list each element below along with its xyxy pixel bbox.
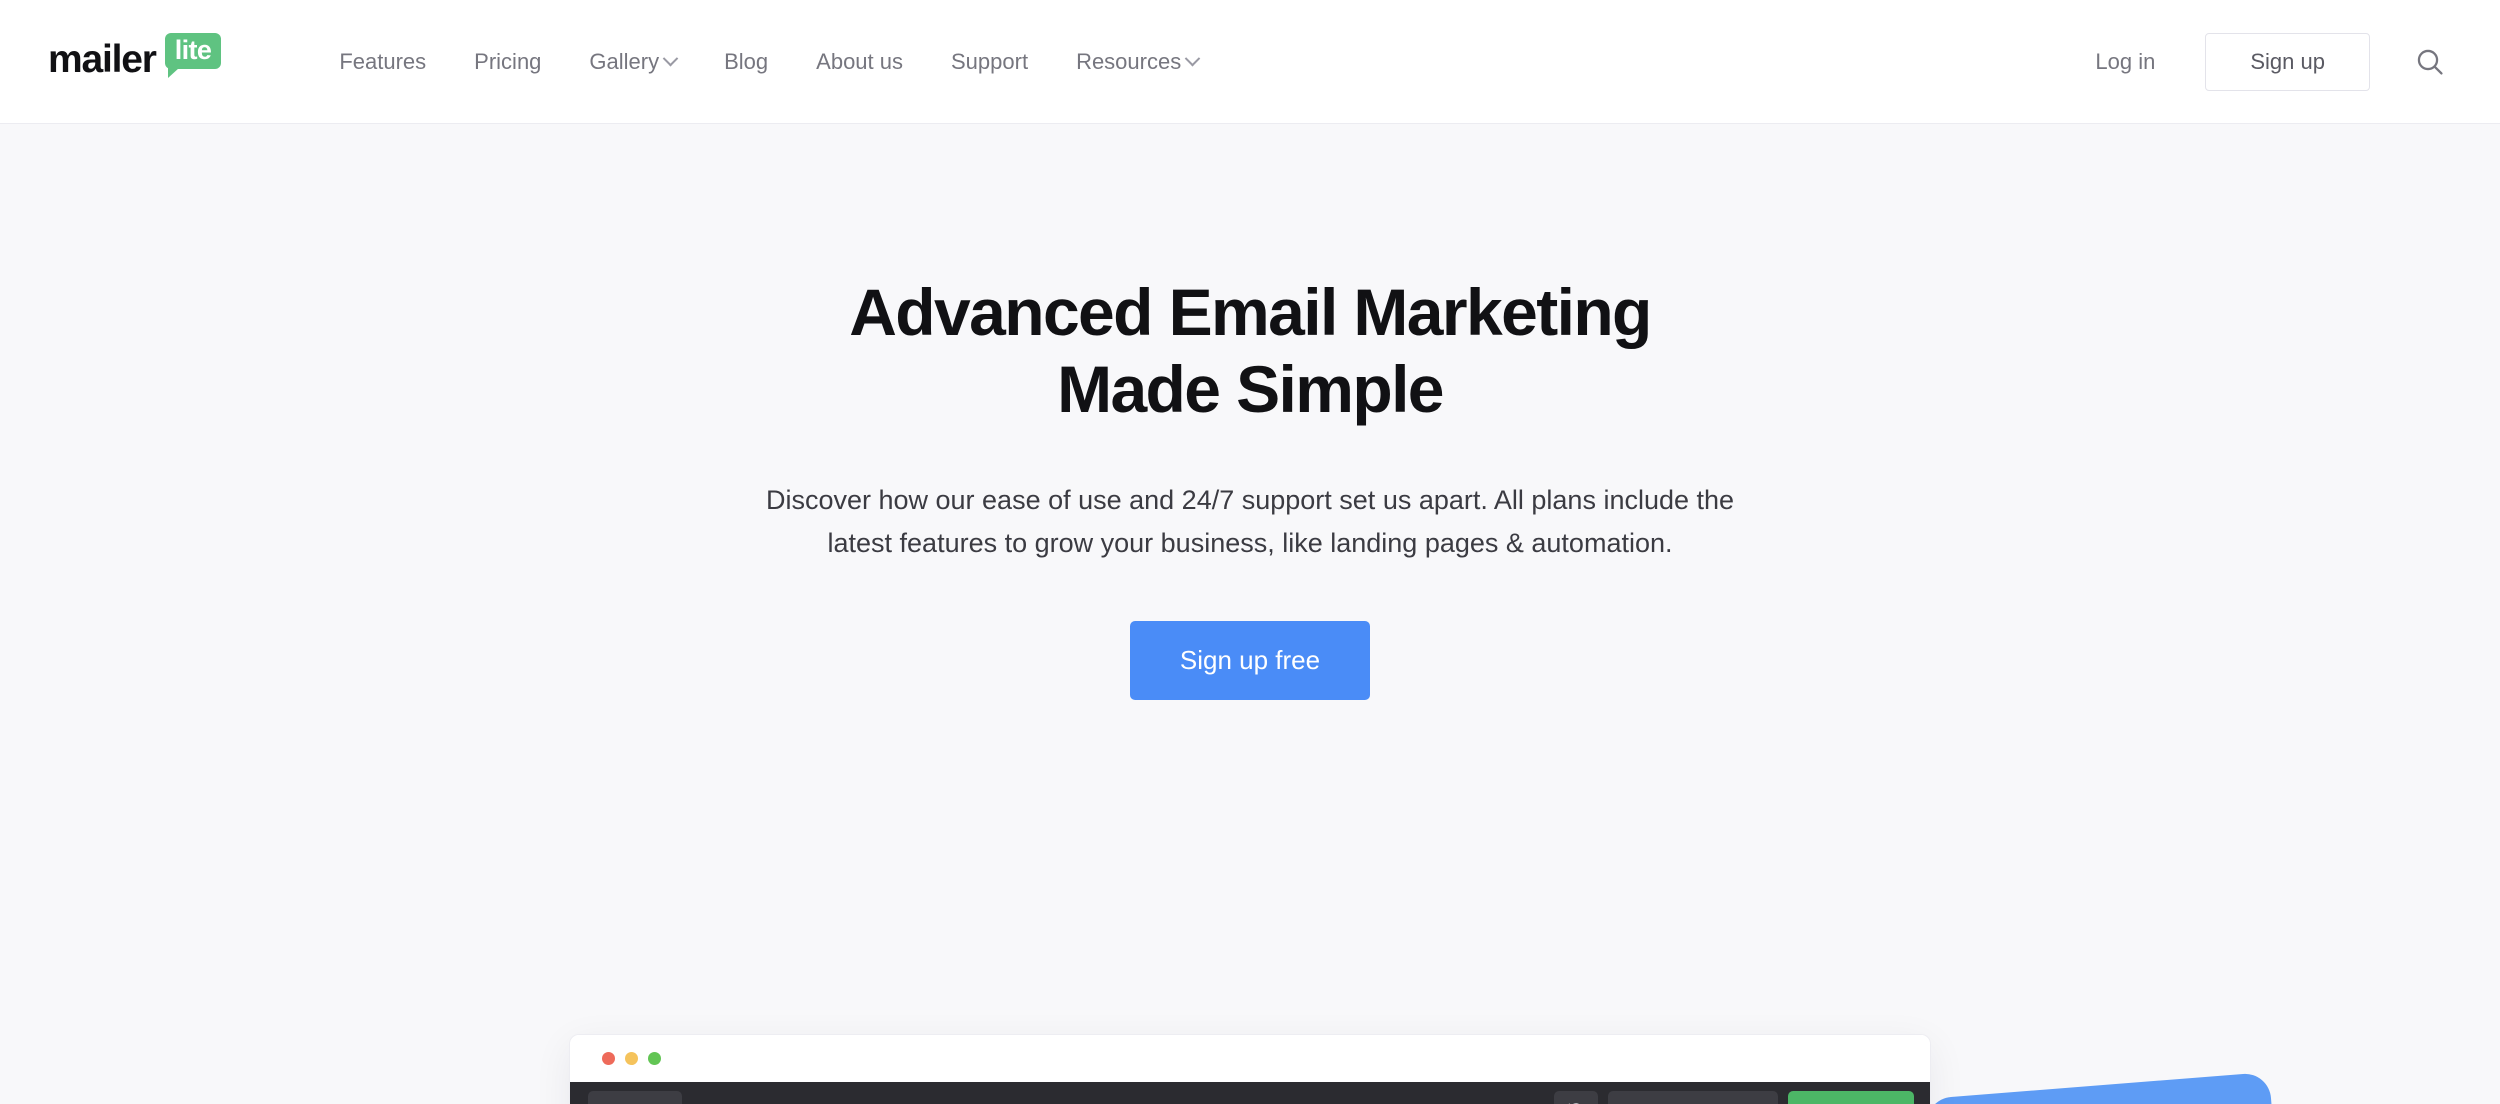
search-button[interactable]	[2408, 40, 2452, 84]
signup-button[interactable]: Sign up	[2205, 32, 2370, 91]
nav-label: Gallery	[589, 48, 660, 74]
nav-item-support[interactable]: Support	[927, 39, 1052, 85]
login-link[interactable]: Log in	[2067, 39, 2183, 85]
chevron-down-icon	[662, 50, 679, 67]
nav-label: Pricing	[474, 48, 542, 74]
brand-wordmark: mailer	[48, 38, 157, 81]
history-button[interactable]	[1554, 1091, 1599, 1104]
app-mockup-window: Go back Preview and Test Done Editing A	[570, 1035, 1930, 1104]
window-close-dot-icon[interactable]	[602, 1052, 615, 1065]
nav-item-about-us[interactable]: About us	[792, 39, 927, 85]
editor-toolbar: Go back Preview and Test Done Editing	[570, 1082, 1930, 1104]
site-header: mailer lite Features Pricing Gallery Blo…	[0, 0, 2500, 124]
chevron-down-icon	[1184, 50, 1201, 67]
brand-logo[interactable]: mailer lite	[48, 33, 222, 81]
main-navigation: Features Pricing Gallery Blog About us S…	[315, 39, 1222, 85]
nav-label: About us	[816, 48, 903, 74]
hero-section: Advanced Email Marketing Made Simple Dis…	[0, 124, 2500, 1104]
signup-free-button[interactable]: Sign up free	[1129, 621, 1371, 701]
brand-badge-bubble: lite	[164, 33, 222, 78]
go-back-button[interactable]: Go back	[588, 1090, 682, 1104]
decorative-blue-shape	[1925, 1071, 2303, 1104]
nav-label: Features	[339, 48, 427, 74]
window-minimize-dot-icon[interactable]	[625, 1052, 638, 1065]
preview-and-test-button[interactable]: Preview and Test	[1608, 1090, 1779, 1104]
mockup-titlebar	[570, 1035, 1930, 1082]
page-title: Advanced Email Marketing Made Simple	[660, 274, 1840, 427]
nav-item-features[interactable]: Features	[315, 39, 450, 85]
header-actions: Log in Sign up	[2067, 32, 2452, 91]
page-title-line-1: Advanced Email Marketing	[849, 275, 1652, 349]
nav-label: Support	[951, 48, 1029, 74]
nav-item-gallery[interactable]: Gallery	[565, 39, 700, 85]
done-editing-button[interactable]: Done Editing	[1788, 1090, 1914, 1104]
window-maximize-dot-icon[interactable]	[648, 1052, 661, 1065]
page-title-line-2: Made Simple	[1057, 351, 1444, 426]
nav-item-resources[interactable]: Resources	[1052, 39, 1222, 85]
nav-label: Resources	[1076, 48, 1182, 74]
hero-subtitle: Discover how our ease of use and 24/7 su…	[765, 485, 1735, 558]
brand-badge-label: lite	[174, 35, 212, 65]
nav-label: Blog	[724, 48, 769, 74]
search-icon	[2417, 49, 2443, 75]
nav-item-pricing[interactable]: Pricing	[450, 39, 565, 85]
nav-item-blog[interactable]: Blog	[700, 39, 792, 85]
